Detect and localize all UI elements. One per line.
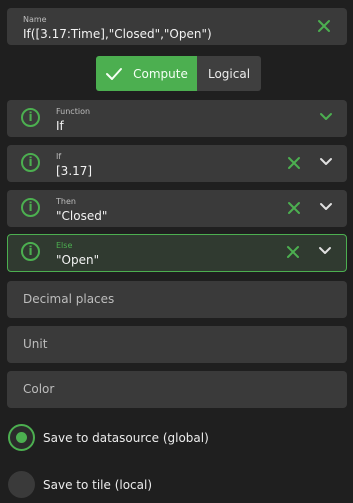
save-datasource-label[interactable]: Save to datasource (global) [43,431,209,445]
decimal-places-input[interactable]: Decimal places [7,281,347,318]
name-field-label: Name [23,15,47,24]
clear-icon[interactable] [285,199,303,217]
info-icon[interactable]: i [21,198,40,217]
then-field-label: Then [56,197,76,206]
name-field[interactable]: Name If([3.17:Time],"Closed","Open") [7,8,347,45]
compute-label: Compute [133,66,188,81]
else-field[interactable]: i Else "Open" [7,234,347,272]
then-field[interactable]: i Then "Closed" [7,190,347,227]
if-field-value[interactable]: [3.17] [56,164,92,178]
function-field-label: Function [56,107,91,116]
then-field-value[interactable]: "Closed" [56,209,107,223]
info-icon[interactable]: i [21,108,40,127]
mode-toggle[interactable]: Compute Logical [96,56,261,91]
save-datasource-radio[interactable] [8,424,35,451]
info-icon[interactable]: i [21,153,40,172]
else-field-value[interactable]: "Open" [56,253,99,267]
if-field[interactable]: i If [3.17] [7,145,347,182]
chevron-down-icon[interactable] [319,202,333,212]
unit-placeholder: Unit [23,337,48,351]
chevron-down-icon[interactable] [319,112,333,122]
chevron-down-icon[interactable] [318,246,332,256]
info-icon[interactable]: i [21,242,40,261]
name-field-value[interactable]: If([3.17:Time],"Closed","Open") [23,27,212,41]
compute-option[interactable]: Compute [96,56,197,91]
function-field[interactable]: i Function If [7,100,347,137]
if-field-label: If [56,152,62,161]
save-tile-label[interactable]: Save to tile (local) [43,478,152,492]
chevron-down-icon[interactable] [319,157,333,167]
check-icon [106,67,123,80]
else-field-label: Else [56,241,73,250]
function-field-value: If [56,119,64,133]
clear-icon[interactable] [285,154,303,172]
logical-option[interactable]: Logical [197,56,261,91]
clear-icon[interactable] [284,243,302,261]
logical-label: Logical [207,66,251,81]
decimal-places-placeholder: Decimal places [23,292,115,306]
save-tile-radio[interactable] [8,471,35,498]
clear-icon[interactable] [315,17,333,35]
color-placeholder: Color [23,382,55,396]
color-input[interactable]: Color [7,371,347,408]
unit-input[interactable]: Unit [7,326,347,363]
